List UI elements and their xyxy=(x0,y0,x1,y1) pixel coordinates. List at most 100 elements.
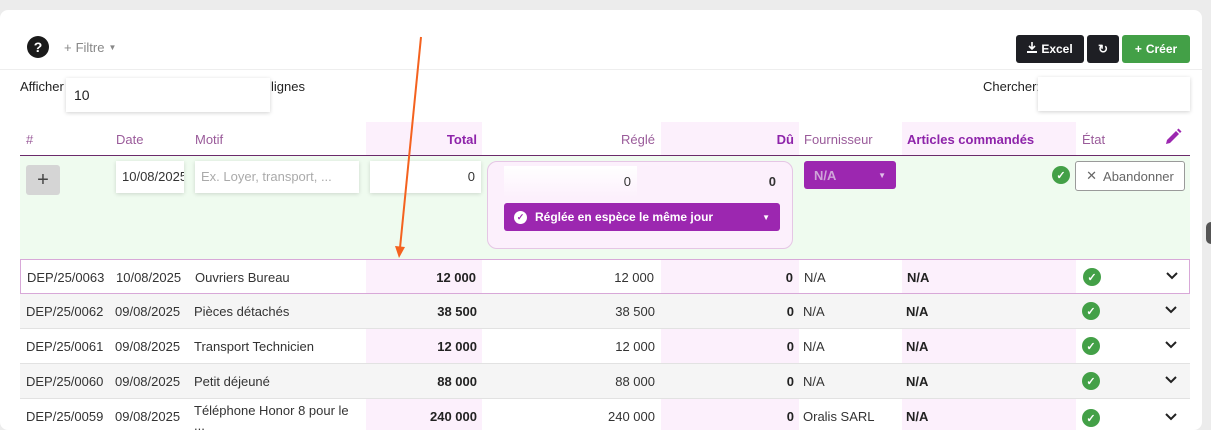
filter-button[interactable]: + Filtre ▼ xyxy=(64,40,116,55)
row-regle: 12 000 xyxy=(614,270,654,285)
row-du: 0 xyxy=(786,409,794,424)
table-row[interactable]: DEP/25/0059 09/08/2025 Téléphone Honor 8… xyxy=(20,399,1190,430)
payment-mode-label: Réglée en espèce le même jour xyxy=(535,210,714,224)
row-articles: N/A xyxy=(907,270,930,285)
table-row[interactable]: DEP/25/0061 09/08/2025 Transport Technic… xyxy=(20,329,1190,364)
row-motif: Transport Technicien xyxy=(194,339,314,354)
total-field[interactable]: 0 xyxy=(370,161,481,193)
caret-down-icon: ▼ xyxy=(762,212,770,222)
row-articles: N/A xyxy=(906,339,929,354)
col-motif[interactable]: Motif xyxy=(195,132,223,147)
chevron-down-icon[interactable] xyxy=(1164,337,1178,354)
col-date[interactable]: Date xyxy=(116,132,143,147)
check-badge-icon: ✓ xyxy=(1083,268,1101,286)
payment-box: 0 0 ✓ Réglée en espèce le même jour ▼ xyxy=(487,161,793,249)
question-icon: ? xyxy=(33,39,43,55)
row-num: DEP/25/0059 xyxy=(26,409,104,424)
add-row-button[interactable]: + xyxy=(26,165,60,195)
row-date: 09/08/2025 xyxy=(115,304,181,319)
chevron-down-icon[interactable] xyxy=(1165,268,1179,285)
search-label: Chercher: xyxy=(983,79,1041,94)
row-total: 12 000 xyxy=(436,270,476,285)
caret-down-icon: ▼ xyxy=(878,170,886,180)
du-value: 0 xyxy=(768,174,776,189)
excel-label: Excel xyxy=(1041,42,1073,56)
check-badge-icon: ✓ xyxy=(514,210,527,224)
check-badge-icon: ✓ xyxy=(1052,166,1070,184)
plus-icon: + xyxy=(1134,42,1142,56)
fournisseur-select[interactable]: N/A ▼ xyxy=(804,161,896,189)
row-fournisseur: N/A xyxy=(803,304,825,319)
payment-mode-select[interactable]: ✓ Réglée en espèce le même jour ▼ xyxy=(504,203,780,231)
row-num: DEP/25/0060 xyxy=(26,374,104,389)
table-row[interactable]: DEP/25/0060 09/08/2025 Petit déjeuné 88 … xyxy=(20,364,1190,399)
chevron-down-icon[interactable] xyxy=(1164,372,1178,389)
pencil-icon[interactable] xyxy=(1163,127,1183,150)
col-num[interactable]: # xyxy=(26,132,33,147)
refresh-icon: ↻ xyxy=(1097,42,1109,56)
regle-field[interactable]: 0 xyxy=(504,166,637,198)
length-input[interactable] xyxy=(66,78,270,112)
check-badge-icon: ✓ xyxy=(1082,409,1100,427)
toolbar: ? + Filtre ▼ Excel ↻ + Créer xyxy=(0,10,1202,70)
col-total[interactable]: Total xyxy=(447,132,477,147)
row-fournisseur: N/A xyxy=(803,339,825,354)
abandon-label: Abandonner xyxy=(1103,168,1174,184)
row-du: 0 xyxy=(786,304,794,319)
col-fournisseur[interactable]: Fournisseur xyxy=(804,132,873,147)
row-motif: Petit déjeuné xyxy=(194,374,270,389)
row-fournisseur: N/A xyxy=(804,270,826,285)
col-du[interactable]: Dû xyxy=(777,132,794,147)
close-icon: ✕ xyxy=(1086,168,1098,183)
scroll-handle[interactable] xyxy=(1206,222,1211,244)
row-du: 0 xyxy=(786,339,794,354)
row-date: 10/08/2025 xyxy=(116,270,182,285)
col-etat[interactable]: État xyxy=(1082,132,1105,147)
row-num: DEP/25/0062 xyxy=(26,304,104,319)
create-label: Créer xyxy=(1145,42,1178,56)
plus-icon: + xyxy=(37,168,49,191)
row-regle: 38 500 xyxy=(615,304,655,319)
create-button[interactable]: + Créer xyxy=(1122,35,1190,63)
row-total: 88 000 xyxy=(437,374,477,389)
chevron-down-icon[interactable] xyxy=(1164,409,1178,426)
check-badge-icon: ✓ xyxy=(1082,372,1100,390)
row-motif: Ouvriers Bureau xyxy=(195,270,290,285)
excel-button[interactable]: Excel xyxy=(1016,35,1084,63)
table-header: # Date Motif Total Réglé Dû Fournisseur … xyxy=(20,122,1190,156)
length-label: Afficher xyxy=(20,79,64,94)
row-motif: Téléphone Honor 8 pour le ... xyxy=(194,403,349,430)
plus-icon: + xyxy=(64,40,72,55)
caret-down-icon: ▼ xyxy=(108,43,117,52)
row-total: 240 000 xyxy=(430,409,477,424)
row-fournisseur: Oralis SARL xyxy=(803,409,875,424)
col-articles[interactable]: Articles commandés xyxy=(907,132,1034,147)
row-date: 09/08/2025 xyxy=(115,409,181,424)
row-num: DEP/25/0063 xyxy=(27,270,105,285)
filter-label: Filtre xyxy=(75,40,105,55)
check-badge-icon: ✓ xyxy=(1082,302,1100,320)
search-input[interactable] xyxy=(1038,77,1190,111)
length-suffix: lignes xyxy=(271,79,305,94)
abandon-button[interactable]: ✕ Abandonner xyxy=(1075,161,1185,191)
col-regle[interactable]: Réglé xyxy=(621,132,655,147)
date-field[interactable]: 10/08/2025 xyxy=(116,161,184,193)
refresh-button[interactable]: ↻ xyxy=(1087,35,1119,63)
row-date: 09/08/2025 xyxy=(115,339,181,354)
row-num: DEP/25/0061 xyxy=(26,339,104,354)
main-card: ? + Filtre ▼ Excel ↻ + Créer Afficher li… xyxy=(0,10,1202,430)
table-row[interactable]: DEP/25/0062 09/08/2025 Pièces détachés 3… xyxy=(20,294,1190,329)
check-badge-icon: ✓ xyxy=(1082,337,1100,355)
row-articles: N/A xyxy=(906,304,929,319)
row-du: 0 xyxy=(786,374,794,389)
table-row[interactable]: DEP/25/0063 10/08/2025 Ouvriers Bureau 1… xyxy=(20,259,1190,294)
row-regle: 88 000 xyxy=(615,374,655,389)
chevron-down-icon[interactable] xyxy=(1164,302,1178,319)
row-regle: 240 000 xyxy=(608,409,655,424)
row-motif: Pièces détachés xyxy=(194,304,290,319)
row-regle: 12 000 xyxy=(615,339,655,354)
motif-field[interactable]: Ex. Loyer, transport, ... xyxy=(195,161,359,193)
help-button[interactable]: ? xyxy=(27,36,49,58)
row-articles: N/A xyxy=(906,374,929,389)
new-expense-row: + 10/08/2025 Ex. Loyer, transport, ... 0… xyxy=(20,156,1190,259)
